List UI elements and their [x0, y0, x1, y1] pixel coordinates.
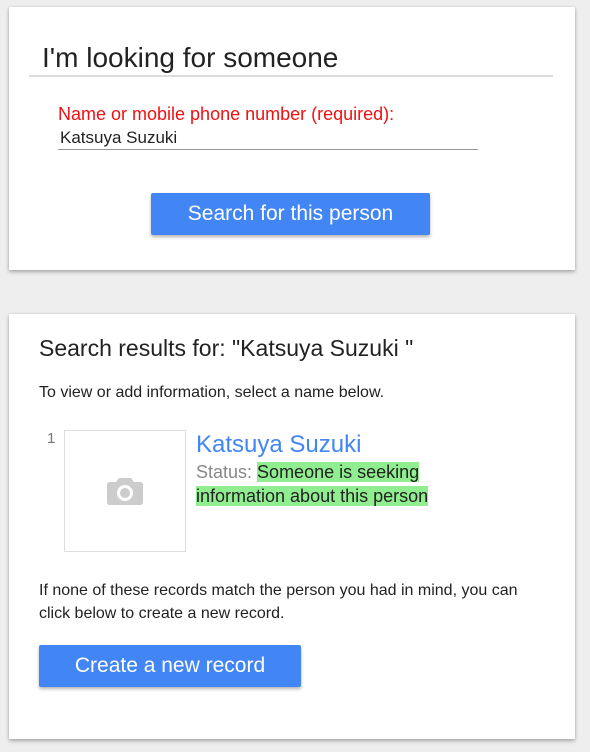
no-match-text: If none of these records match the perso…: [39, 582, 518, 622]
search-button[interactable]: Search for this person: [151, 193, 430, 235]
result-status: Status: Someone is seeking information a…: [196, 460, 486, 508]
title-divider: [29, 75, 553, 77]
create-new-record-button[interactable]: Create a new record: [39, 645, 301, 687]
search-form-title: I'm looking for someone: [42, 42, 339, 73]
search-form-card: I'm looking for someone Name or mobile p…: [9, 7, 575, 270]
results-heading: Search results for: "Katsuya Suzuki ": [39, 335, 414, 361]
search-results-card: Search results for: "Katsuya Suzuki " To…: [9, 314, 575, 739]
camera-icon: [107, 478, 143, 505]
name-search-input[interactable]: [58, 126, 478, 150]
status-label: Status:: [196, 462, 253, 482]
result-index: 1: [47, 430, 56, 447]
name-field-label: Name or mobile phone number (required):: [58, 104, 395, 124]
result-photo-placeholder[interactable]: [64, 430, 186, 552]
results-instructions: To view or add information, select a nam…: [39, 384, 385, 401]
result-name-link[interactable]: Katsuya Suzuki: [196, 430, 361, 460]
